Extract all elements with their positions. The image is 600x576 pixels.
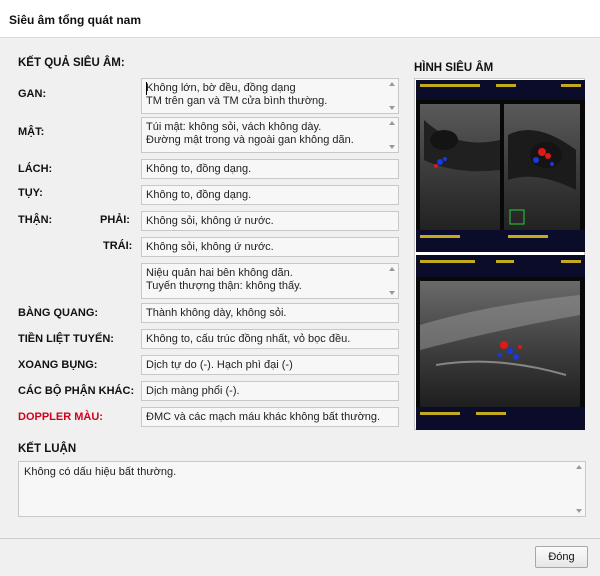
- scroll-down-arrow-icon[interactable]: [389, 106, 395, 110]
- mat-line-1: Túi mật: không sỏi, vách không dày.: [146, 121, 322, 133]
- scroll-up-arrow-icon[interactable]: [389, 267, 395, 271]
- than-phai-label: PHẢI:: [100, 214, 130, 226]
- tuy-field[interactable]: Không to, đồng dạng.: [141, 185, 399, 205]
- cac-bo-phan-khac-field[interactable]: Dịch màng phổi (-).: [141, 381, 399, 401]
- than-trai-label: TRÁI:: [103, 240, 133, 252]
- gan-scrollbar[interactable]: [386, 79, 398, 113]
- ultrasound-image-1[interactable]: [416, 80, 585, 252]
- gan-field[interactable]: Không lớn, bờ đều, đồng dạng TM trên gan…: [141, 78, 399, 114]
- text-caret: [146, 82, 147, 95]
- scroll-down-arrow-icon[interactable]: [389, 291, 395, 295]
- than-label: THẬN:: [18, 214, 53, 226]
- doppler-label: DOPPLER MÀU:: [18, 411, 103, 423]
- window-title: Siêu âm tổng quát nam: [9, 13, 142, 27]
- tien-liet-tuyen-field[interactable]: Không to, cấu trúc đồng nhất, vỏ bọc đều…: [141, 329, 399, 349]
- lach-label: LÁCH:: [18, 163, 53, 175]
- than-extra-scrollbar[interactable]: [386, 264, 398, 298]
- conclusion-heading: KẾT LUẬN: [18, 443, 77, 455]
- images-heading: HÌNH SIÊU ÂM: [414, 62, 494, 74]
- close-button[interactable]: Đóng: [535, 546, 588, 568]
- mat-field[interactable]: Túi mật: không sỏi, vách không dày. Đườn…: [141, 117, 399, 153]
- xoang-bung-field[interactable]: Dịch tự do (-). Hạch phì đại (-): [141, 355, 399, 375]
- cac-bo-phan-khac-label: CÁC BỘ PHẬN KHÁC:: [18, 385, 135, 397]
- ultrasound-image-2[interactable]: [416, 255, 585, 430]
- than-extra-line-2: Tuyến thượng thận: không thấy.: [146, 280, 302, 292]
- than-extra-line-1: Niệu quản hai bên không dãn.: [146, 267, 293, 279]
- scroll-down-arrow-icon[interactable]: [389, 145, 395, 149]
- gan-label: GAN:: [18, 88, 47, 100]
- tien-liet-tuyen-label: TIỀN LIỆT TUYẾN:: [18, 333, 114, 345]
- than-trai-field[interactable]: Không sỏi, không ứ nước.: [141, 237, 399, 257]
- results-heading: KẾT QUẢ SIÊU ÂM:: [18, 57, 125, 69]
- doppler-field[interactable]: ĐMC và các mạch máu khác không bất thườn…: [141, 407, 399, 427]
- lach-field[interactable]: Không to, đồng dạng.: [141, 159, 399, 179]
- conclusion-field[interactable]: Không có dấu hiệu bất thường.: [18, 461, 586, 517]
- than-extra-field[interactable]: Niệu quản hai bên không dãn. Tuyến thượn…: [141, 263, 399, 299]
- mat-scrollbar[interactable]: [386, 118, 398, 152]
- title-bar: Siêu âm tổng quát nam: [0, 0, 600, 38]
- bang-quang-label: BÀNG QUANG:: [18, 307, 99, 319]
- than-phai-field[interactable]: Không sỏi, không ứ nước.: [141, 211, 399, 231]
- scroll-up-arrow-icon[interactable]: [576, 465, 582, 469]
- dialog-footer: [0, 538, 600, 576]
- ultrasound-image-1-graphic: [416, 80, 585, 252]
- ultrasound-image-2-graphic: [416, 255, 585, 430]
- scroll-up-arrow-icon[interactable]: [389, 121, 395, 125]
- gan-line-1: Không lớn, bờ đều, đồng dạng: [146, 82, 296, 94]
- gan-line-2: TM trên gan và TM cửa bình thường.: [146, 95, 328, 107]
- mat-line-2: Đường mật trong và ngoài gan không dãn.: [146, 134, 354, 146]
- ultrasound-image-panel: [414, 78, 585, 430]
- scroll-up-arrow-icon[interactable]: [389, 82, 395, 86]
- tuy-label: TỤY:: [18, 187, 43, 199]
- xoang-bung-label: XOANG BỤNG:: [18, 359, 98, 371]
- mat-label: MẬT:: [18, 126, 45, 138]
- conclusion-text: Không có dấu hiệu bất thường.: [24, 466, 177, 478]
- bang-quang-field[interactable]: Thành không dày, không sỏi.: [141, 303, 399, 323]
- conclusion-scrollbar[interactable]: [573, 462, 585, 516]
- scroll-down-arrow-icon[interactable]: [576, 509, 582, 513]
